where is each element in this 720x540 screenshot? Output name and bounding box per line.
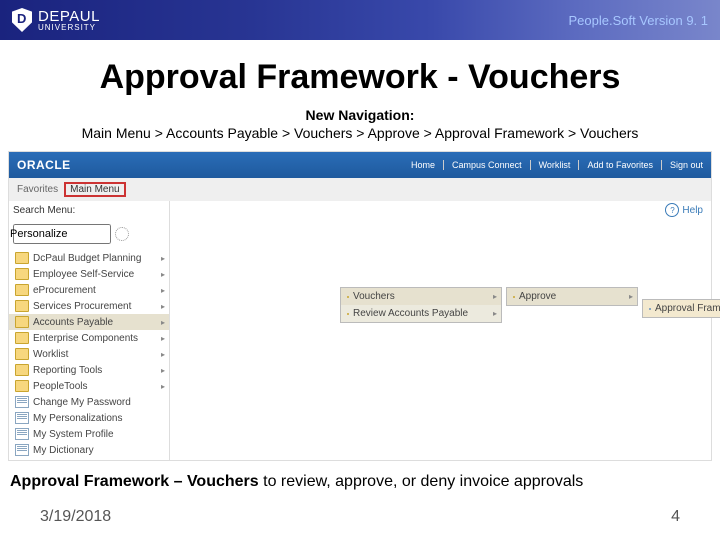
document-icon <box>15 428 29 440</box>
document-icon <box>15 444 29 456</box>
flyout-vouchers: Approve▸ <box>506 287 638 306</box>
chevron-right-icon: ▸ <box>161 334 165 343</box>
flyout-item-approve[interactable]: Approve▸ <box>507 288 637 305</box>
menu-item[interactable]: Services Procurement▸ <box>9 298 169 314</box>
search-go-icon[interactable] <box>115 227 129 241</box>
menu-item[interactable]: PeopleTools▸ <box>9 378 169 394</box>
app-top-bar: ORACLE Home Campus Connect Worklist Add … <box>9 152 711 178</box>
oracle-brand: ORACLE <box>17 158 71 172</box>
nav-label: New Navigation: <box>14 107 706 123</box>
folder-icon <box>513 296 515 298</box>
content-area: ? Help Vouchers▸ Review Accounts Payable… <box>170 201 711 460</box>
document-icon <box>649 308 651 310</box>
menu-item[interactable]: Change My Password <box>9 394 169 410</box>
chevron-right-icon: ▸ <box>493 292 497 301</box>
menu-item[interactable]: Enterprise Components▸ <box>9 330 169 346</box>
personalize-label[interactable]: Personalize <box>10 228 67 240</box>
folder-icon <box>15 348 29 360</box>
chevron-right-icon: ▸ <box>493 309 497 318</box>
main-menu-list: DcPaul Budget Planning▸ Employee Self-Se… <box>9 248 169 460</box>
folder-icon <box>15 364 29 376</box>
footer-date: 3/19/2018 <box>40 508 111 526</box>
link-home[interactable]: Home <box>403 160 435 170</box>
document-icon <box>15 396 29 408</box>
crumb-favorites[interactable]: Favorites <box>17 184 58 195</box>
folder-icon <box>15 300 29 312</box>
folder-icon <box>15 332 29 344</box>
chevron-right-icon: ▸ <box>161 382 165 391</box>
menu-item[interactable]: My System Profile <box>9 426 169 442</box>
menu-item[interactable]: eProcurement▸ <box>9 282 169 298</box>
chevron-right-icon: ▸ <box>161 254 165 263</box>
link-sign-out[interactable]: Sign out <box>661 160 703 170</box>
chevron-right-icon: ▸ <box>161 302 165 311</box>
folder-icon <box>15 252 29 264</box>
brand-top: DEPAUL <box>38 9 100 24</box>
summary-text: Approval Framework – Vouchers to review,… <box>10 473 710 491</box>
app-header-links: Home Campus Connect Worklist Add to Favo… <box>403 160 703 170</box>
folder-icon <box>15 380 29 392</box>
shield-icon <box>12 8 32 32</box>
flyout-item-vouchers[interactable]: Vouchers▸ <box>341 288 501 305</box>
folder-icon <box>347 313 349 315</box>
chevron-right-icon: ▸ <box>161 286 165 295</box>
brand-bottom: UNIVERSITY <box>38 24 100 32</box>
nav-path: Main Menu > Accounts Payable > Vouchers … <box>82 125 639 141</box>
help-link[interactable]: ? Help <box>665 203 703 217</box>
help-icon: ? <box>665 203 679 217</box>
slide-title: Approval Framework - Vouchers <box>0 58 720 97</box>
university-logo: DEPAUL UNIVERSITY <box>12 8 100 32</box>
link-campus-connect[interactable]: Campus Connect <box>443 160 522 170</box>
flyout-approve: Approval Framework - Vouchers <box>642 299 720 318</box>
crumb-main-menu[interactable]: Main Menu <box>64 182 125 197</box>
link-add-favorites[interactable]: Add to Favorites <box>578 160 653 170</box>
app-screenshot: ORACLE Home Campus Connect Worklist Add … <box>8 151 712 461</box>
slide-header: DEPAUL UNIVERSITY People.Soft Version 9.… <box>0 0 720 40</box>
link-worklist[interactable]: Worklist <box>530 160 571 170</box>
folder-icon <box>15 284 29 296</box>
navigation-path: New Navigation: Main Menu > Accounts Pay… <box>14 107 706 141</box>
chevron-right-icon: ▸ <box>161 366 165 375</box>
folder-icon <box>15 268 29 280</box>
chevron-right-icon: ▸ <box>629 292 633 301</box>
chevron-right-icon: ▸ <box>161 318 165 327</box>
menu-panel: Search Menu: DcPaul Budget Planning▸ Emp… <box>9 201 711 460</box>
menu-item[interactable]: My Personalizations <box>9 410 169 426</box>
search-menu-label: Search Menu: <box>13 205 75 216</box>
menu-item[interactable]: Employee Self-Service▸ <box>9 266 169 282</box>
folder-icon <box>347 296 349 298</box>
document-icon <box>15 412 29 424</box>
folder-icon <box>15 316 29 328</box>
menu-item-accounts-payable[interactable]: Accounts Payable▸ <box>9 314 169 330</box>
footer-page: 4 <box>671 508 680 526</box>
flyout-item-approval-framework[interactable]: Approval Framework - Vouchers <box>643 300 720 317</box>
menu-item[interactable]: My Dictionary <box>9 442 169 458</box>
summary-rest: to review, approve, or deny invoice appr… <box>259 473 584 490</box>
slide-footer: 3/19/2018 4 <box>0 508 720 526</box>
summary-bold: Approval Framework – Vouchers <box>10 473 259 490</box>
search-menu-row: Search Menu: <box>9 201 169 220</box>
menu-item[interactable]: Reporting Tools▸ <box>9 362 169 378</box>
flyout-accounts-payable: Vouchers▸ Review Accounts Payable▸ <box>340 287 502 323</box>
menu-item[interactable]: Worklist▸ <box>9 346 169 362</box>
version-text: People.Soft Version 9. 1 <box>569 13 708 28</box>
flyout-item[interactable]: Review Accounts Payable▸ <box>341 305 501 322</box>
breadcrumb: Favorites Main Menu <box>9 178 711 201</box>
menu-item[interactable]: DcPaul Budget Planning▸ <box>9 250 169 266</box>
chevron-right-icon: ▸ <box>161 270 165 279</box>
chevron-right-icon: ▸ <box>161 350 165 359</box>
